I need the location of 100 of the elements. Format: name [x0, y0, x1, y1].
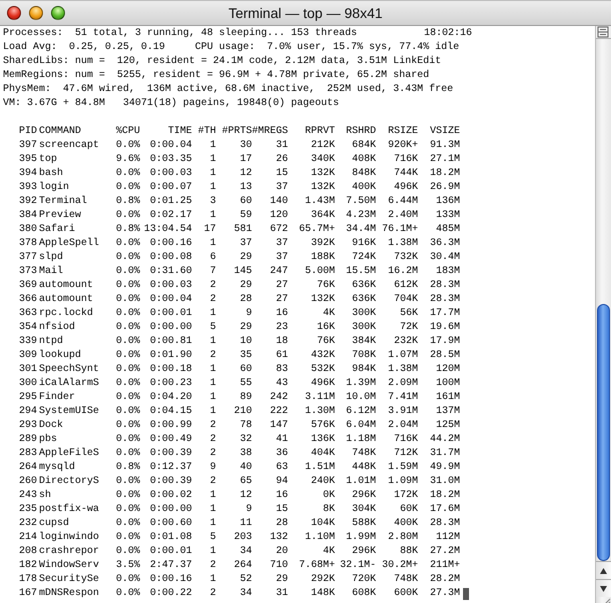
- table-cell-text: crashrepor: [38, 545, 100, 559]
- close-button[interactable]: [7, 6, 21, 20]
- table-cell: 2: [210, 279, 216, 293]
- table-cell: 59: [240, 209, 252, 223]
- table-cell: 29: [240, 321, 252, 335]
- column-header: PID: [18, 125, 37, 139]
- table-cell: 0:00.18: [150, 363, 192, 377]
- table-cell: 2: [210, 559, 216, 573]
- column-header: RSHRD: [346, 125, 376, 139]
- table-cell: 30.4M: [430, 251, 460, 265]
- table-cell: 0:00.23: [150, 377, 192, 391]
- table-cell: 16: [276, 489, 288, 503]
- table-cell: 608K: [352, 587, 376, 601]
- table-cell: 60: [240, 195, 252, 209]
- column-header: #PRTS: [222, 125, 252, 139]
- table-cell: 232: [18, 517, 37, 531]
- column-header: RPRVT: [304, 125, 335, 139]
- table-cell: 397: [18, 139, 37, 153]
- table-cell: 17.7M: [430, 307, 460, 321]
- table-cell: 378: [18, 237, 37, 251]
- table-cell: 0.0%: [116, 279, 140, 293]
- table-cell: 0.0%: [116, 475, 140, 489]
- table-cell: 27.2M: [430, 545, 460, 559]
- table-cell: 1: [210, 573, 216, 587]
- table-cell: 147: [270, 419, 288, 433]
- table-cell: 34: [240, 545, 252, 559]
- table-cell: 1.10M: [304, 531, 335, 545]
- table-cell: 636K: [352, 293, 376, 307]
- table-cell: 0.0%: [116, 335, 140, 349]
- minimize-button[interactable]: [29, 6, 43, 20]
- table-cell: 19.6M: [430, 321, 460, 335]
- table-cell: 137M: [436, 405, 460, 419]
- table-cell-text: automount: [38, 279, 94, 293]
- table-cell-text: Finder: [38, 391, 76, 405]
- table-cell: 0:00.60: [150, 517, 192, 531]
- split-pane-icon[interactable]: [596, 26, 610, 38]
- table-cell: 11: [240, 517, 252, 531]
- table-cell-text: AppleSpell: [38, 237, 100, 251]
- table-cell: 76K: [316, 279, 335, 293]
- table-cell: 984K: [352, 363, 376, 377]
- table-cell-text: mysqld: [38, 461, 76, 475]
- table-cell: 1: [210, 517, 216, 531]
- table-cell: 34: [240, 587, 252, 601]
- table-cell: 1.38M: [388, 237, 418, 251]
- table-cell: 0:00.49: [150, 433, 192, 447]
- table-cell: 183M: [436, 265, 460, 279]
- table-cell-text: automount: [38, 293, 94, 307]
- table-cell: 712K: [394, 447, 418, 461]
- table-cell: 0.0%: [116, 237, 140, 251]
- table-cell: 182: [18, 559, 37, 573]
- table-cell: 125M: [436, 419, 460, 433]
- table-cell: 1.43M: [304, 195, 335, 209]
- table-cell-text: pbs: [38, 433, 58, 447]
- table-cell: 0.0%: [116, 293, 140, 307]
- column-header: RSIZE: [388, 125, 418, 139]
- table-cell: 304K: [352, 503, 376, 517]
- table-cell: 132K: [310, 167, 335, 181]
- table-cell-text: nfsiod: [38, 321, 76, 335]
- table-cell: 716K: [394, 153, 418, 167]
- table-cell: 9: [246, 503, 252, 517]
- scroll-down-button[interactable]: [596, 579, 611, 597]
- table-cell: 672: [270, 223, 288, 237]
- table-cell: 0.0%: [116, 545, 140, 559]
- table-cell: 148K: [310, 587, 335, 601]
- table-cell-text: ntpd: [38, 335, 64, 349]
- table-cell: 38: [240, 447, 252, 461]
- table-cell: 0:31.60: [150, 265, 192, 279]
- table-cell: 37: [276, 237, 288, 251]
- scroll-thumb[interactable]: [597, 304, 610, 561]
- table-cell: 6.44M: [388, 195, 418, 209]
- table-cell: 400K: [352, 181, 376, 195]
- table-cell: 0.0%: [116, 265, 140, 279]
- scroll-up-button[interactable]: [596, 561, 611, 579]
- table-cell-text: top: [38, 153, 58, 167]
- table-cell: 3.91M: [388, 405, 418, 419]
- table-cell: 400K: [394, 517, 418, 531]
- table-cell: 294: [18, 405, 37, 419]
- table-cell: 1: [210, 139, 216, 153]
- table-cell: 2: [210, 475, 216, 489]
- table-cell: 214: [18, 531, 37, 545]
- table-cell: 32: [240, 433, 252, 447]
- table-cell: 120M: [436, 363, 460, 377]
- table-cell: 32.1M-: [340, 559, 376, 573]
- table-cell: 5: [210, 531, 216, 545]
- table-cell: 3: [210, 195, 216, 209]
- table-cell: 0:03.35: [150, 153, 192, 167]
- table-cell: 31.7M: [430, 447, 460, 461]
- zoom-button[interactable]: [51, 6, 65, 20]
- table-cell-text: rpc.lockd: [38, 307, 94, 321]
- table-cell: 31: [276, 139, 288, 153]
- table-cell: 0.0%: [116, 167, 140, 181]
- table-cell: 29: [240, 251, 252, 265]
- table-cell: 1: [210, 405, 216, 419]
- table-cell: 17.6M: [430, 503, 460, 517]
- up-triangle-icon: [600, 568, 607, 574]
- summary-line: Load Avg: 0.25, 0.25, 0.19 CPU usage: 7.0% user, 15.7% sys, 77.4% idle: [3, 41, 460, 55]
- table-cell-text: Mail: [38, 265, 64, 279]
- summary-line: MemRegions: num = 5255, resident = 96.9M + 4.78M private, 65.2M shared: [3, 69, 430, 83]
- table-cell: 848K: [352, 167, 376, 181]
- table-cell: 0:04.20: [150, 391, 192, 405]
